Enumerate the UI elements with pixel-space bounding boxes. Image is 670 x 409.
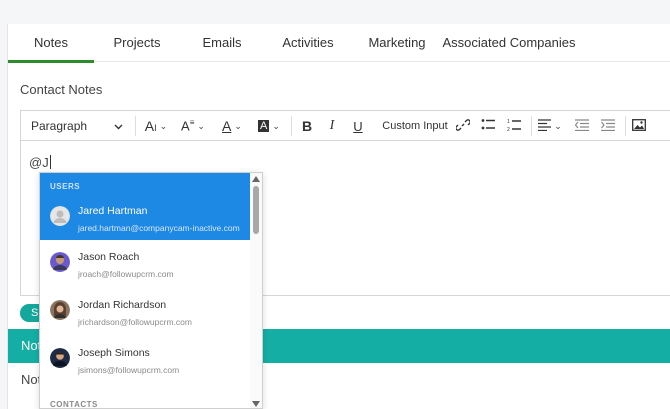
mention-list: USERS Jared Hartman jared.hartman@compan… [40,173,250,384]
user-email: jroach@followupcrm.com [78,269,174,279]
insert-image-button[interactable] [629,111,649,141]
bold-button[interactable]: B [296,111,318,141]
text-color-button[interactable]: A ⌄ [217,111,247,141]
italic-button[interactable]: I [321,111,343,141]
avatar [50,348,70,368]
paragraph-format-select[interactable]: Paragraph [25,111,129,141]
numbered-list-icon: 12 [507,118,522,135]
mention-option[interactable]: Jared Hartman jared.hartman@companycam-i… [40,194,250,240]
mention-dropdown: USERS Jared Hartman jared.hartman@compan… [39,172,263,409]
outdent-button[interactable] [571,111,593,141]
avatar [50,252,70,272]
bullet-list-button[interactable] [477,111,499,141]
user-email: jsimons@followupcrm.com [78,365,180,375]
align-button[interactable]: ⌄ [535,111,565,141]
avatar [50,300,70,320]
editor-toolbar: Paragraph AI ⌄ A≡ ⌄ A ⌄ A ⌄ B I U Custom… [21,111,670,141]
user-name: Jordan Richardson [78,299,167,311]
tab-projects[interactable]: Projects [102,24,172,62]
user-name: Jason Roach [78,251,140,263]
contacts-section-header: CONTACTS [50,400,98,409]
text-cursor [49,155,51,169]
text-color-icon: A [222,118,232,134]
link-button[interactable] [453,111,473,141]
link-icon [455,118,471,135]
tab-activities[interactable]: Activities [270,24,346,62]
user-email: jared.hartman@companycam-inactive.com [78,223,240,233]
scroll-down-icon[interactable] [252,401,260,407]
mention-text: @J [29,155,49,170]
tab-associated-companies[interactable]: Associated Companies [442,24,576,62]
indent-button[interactable] [597,111,619,141]
tab-emails[interactable]: Emails [188,24,256,62]
section-title: Contact Notes [20,82,103,97]
tab-notes[interactable]: Notes [8,24,94,63]
font-size-button[interactable]: AI ⌄ [141,111,171,141]
svg-text:2: 2 [507,127,510,132]
chevron-down-icon: ⌄ [272,120,280,131]
align-left-icon [538,118,552,134]
paragraph-label: Paragraph [31,119,88,133]
tab-marketing[interactable]: Marketing [360,24,434,62]
avatar [50,206,70,226]
chevron-down-icon: ⌄ [197,120,205,131]
underline-icon: U [353,118,363,134]
scroll-up-icon[interactable] [252,176,260,182]
editor-text[interactable]: @J [29,155,51,170]
custom-input-button[interactable]: Custom Input [375,111,455,141]
user-name: Joseph Simons [78,347,150,359]
chevron-down-icon: ⌄ [159,120,168,131]
outdent-icon [574,118,589,134]
chevron-down-icon [114,119,123,133]
indent-icon [601,118,615,134]
image-icon [632,118,646,134]
bold-icon: B [301,118,313,134]
svg-text:1: 1 [507,119,510,125]
background-color-button[interactable]: A ⌄ [253,111,285,141]
bullet-list-icon [481,118,496,134]
scrollbar-thumb[interactable] [253,186,259,234]
font-size-icon: AI [144,118,157,134]
italic-icon: I [329,118,335,133]
mention-option[interactable]: Jason Roach jroach@followupcrm.com [40,240,250,288]
font-family-button[interactable]: A≡ ⌄ [177,111,209,141]
user-email: jrichardson@followupcrm.com [78,317,192,327]
numbered-list-button[interactable]: 12 [503,111,525,141]
mention-option[interactable]: Joseph Simons jsimons@followupcrm.com [40,336,250,384]
tab-bar: Notes Projects Emails Activities Marketi… [8,24,670,63]
underline-button[interactable]: U [347,111,369,141]
dropdown-scrollbar[interactable] [250,173,262,408]
background-color-icon: A [258,120,270,132]
chevron-down-icon: ⌄ [554,120,562,131]
user-name: Jared Hartman [78,205,148,217]
mention-option[interactable]: Jordan Richardson jrichardson@followupcr… [40,288,250,336]
font-family-icon: A≡ [181,118,195,134]
chevron-down-icon: ⌄ [234,120,242,131]
